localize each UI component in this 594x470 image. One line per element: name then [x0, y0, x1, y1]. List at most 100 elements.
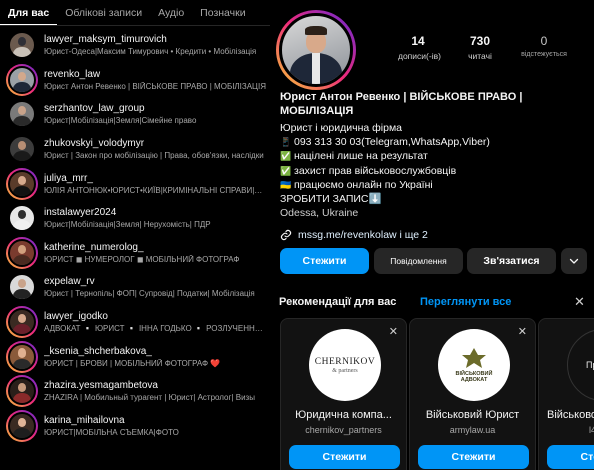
- following-label: відстежується: [521, 51, 567, 58]
- bio-emoji-icon: ✅: [280, 165, 292, 176]
- profile-full-name: Юрист Антон Ревенко | ВІЙСЬКОВЕ ПРАВО | …: [280, 91, 523, 117]
- tab-accounts[interactable]: Облікові записи: [57, 0, 150, 26]
- account-username: katherine_numerolog_: [44, 241, 144, 253]
- account-bio: ЮРИСТ ◼ НУМЕРОЛОГ ◼ МОБІЛЬНИЙ ФОТОГРАФ: [44, 254, 240, 264]
- followers-count: 730: [469, 34, 491, 48]
- stat-posts[interactable]: 14 дописи(-ів): [398, 34, 441, 61]
- suggestion-handle: chernikov_partners: [305, 425, 382, 435]
- account-username: expelaw_rv: [44, 276, 95, 288]
- account-username: karina_mihailovna: [44, 414, 125, 426]
- tab-for-you[interactable]: Для вас: [0, 0, 58, 26]
- account-bio: ЮЛІЯ АНТОНЮК•ЮРИСТ•КИЇВ|КРИМІНАЛЬНІ СПРА…: [44, 185, 266, 195]
- account-avatar: [6, 409, 38, 442]
- account-username: lawyer_igodko: [44, 311, 108, 323]
- bio-line-text: ЗРОБИТИ ЗАПИС⬇️: [280, 193, 382, 206]
- bio-line: 📱 093 313 30 03(Telegram,WhatsApp,Viber): [280, 135, 590, 149]
- account-row[interactable]: zhukovskyi_volodymyr Юрист | Закон про мо…: [0, 132, 270, 167]
- account-avatar: [6, 202, 38, 235]
- bio-line-text: Юрист і юридична фірма: [280, 122, 403, 134]
- see-all-link[interactable]: Переглянути все: [420, 296, 511, 308]
- following-count: 0: [540, 34, 548, 48]
- stat-followers[interactable]: 730 читачі: [460, 34, 500, 61]
- suggestion-card[interactable]: ✕ CHERNIKOV & partners Юридична компа...…: [280, 318, 407, 470]
- account-bio: Юрист-Одеса|Максим Тимурович • Кредити •…: [44, 47, 257, 57]
- tab-audio[interactable]: Аудіо: [150, 0, 192, 26]
- posts-label: дописи(-ів): [398, 51, 441, 61]
- suggestion-follow-button[interactable]: Стежити: [289, 445, 400, 469]
- account-avatar: [6, 375, 38, 408]
- crest-icon: [462, 348, 486, 368]
- bio-line: ЗРОБИТИ ЗАПИС⬇️: [280, 192, 590, 206]
- bio-line-text: націлені лише на результат: [294, 150, 428, 163]
- follow-button[interactable]: Стежити: [280, 248, 369, 274]
- account-row[interactable]: karina_mihailovna ЮРИСТ|МОБІЛЬНА СЪЕМКА|Ф…: [0, 409, 270, 444]
- account-row[interactable]: instalawyer2024 Юрист|Мобілізація|Земля| …: [0, 201, 270, 236]
- bio-lines: Юрист і юридична фірма 📱 093 313 30 03(Tel…: [280, 121, 590, 206]
- account-avatar: [6, 306, 38, 339]
- account-row[interactable]: juliya_mrr_ ЮЛІЯ АНТОНЮК•ЮРИСТ•КИЇВ|КРИМІ…: [0, 166, 270, 201]
- suggestion-handle: armylaw.ua: [449, 425, 496, 435]
- link-icon: [280, 230, 292, 241]
- more-options-button[interactable]: [561, 248, 587, 274]
- chevron-down-icon: [569, 258, 579, 264]
- profile-bio: Юрист Антон Ревенко | ВІЙСЬКОВЕ ПРАВО | …: [280, 90, 590, 241]
- account-bio: Юрист | Закон про мобілізацію | Права, о…: [44, 151, 264, 161]
- account-avatar: [6, 63, 38, 96]
- account-bio: Юрист|Мобілізація|Земля|Сімейне право: [44, 116, 197, 126]
- tabs-divider: [0, 25, 270, 26]
- bio-emoji-icon: 📱: [280, 137, 292, 148]
- account-bio: ZHAZIRA | Мобильный турагент | Юрист| Ас…: [44, 393, 255, 403]
- bio-line: 🇺🇦 працюємо онлайн по Україні: [280, 178, 590, 192]
- suggestion-card[interactable]: Прав до Військово... l4 Стежити: [538, 318, 594, 470]
- close-icon[interactable]: ✕: [574, 294, 585, 310]
- profile-link[interactable]: mssg.me/revenkolaw і ще 2: [280, 229, 590, 241]
- bio-line-text: 093 313 30 03(Telegram,WhatsApp,Viber): [294, 136, 490, 149]
- account-avatar: [6, 29, 38, 62]
- account-bio: Юрист|Мобілізація|Земля| Нерухомість| ПД…: [44, 220, 211, 230]
- stat-following[interactable]: 0 відстежується: [515, 34, 573, 58]
- account-avatar: [6, 98, 38, 131]
- account-avatar: [6, 133, 38, 166]
- suggestion-follow-button[interactable]: Стежити: [418, 445, 529, 469]
- results-tabs: Для вас Облікові записи Аудіо Позначки: [0, 0, 270, 26]
- suggestion-avatar: ВІЙСЬКОВИЙ АДВОКАТ: [438, 329, 510, 401]
- profile-photo: [279, 13, 353, 87]
- account-avatar: [6, 167, 38, 200]
- account-bio: ЮРИСТ|МОБІЛЬНА СЪЕМКА|ФОТО: [44, 427, 179, 437]
- account-list: lawyer_maksym_timurovich Юрист-Одеса|Макс…: [0, 28, 270, 443]
- tab-tags[interactable]: Позначки: [192, 0, 253, 26]
- account-row[interactable]: zhazira.yesmagambetova ZHAZIRA | Мобильны…: [0, 374, 270, 409]
- message-button[interactable]: Повідомлення: [374, 248, 463, 274]
- account-bio: Юрист Антон Ревенко | ВІЙСЬКОВЕ ПРАВО | …: [44, 81, 266, 91]
- account-username: zhukovskyi_volodymyr: [44, 138, 145, 150]
- account-avatar: [6, 340, 38, 373]
- account-row[interactable]: lawyer_maksym_timurovich Юрист-Одеса|Макс…: [0, 28, 270, 63]
- suggestion-name: Військовий Юрист: [425, 409, 520, 421]
- account-username: serzhantov_law_group: [44, 103, 145, 115]
- bio-line: ✅ захист прав військовослужбовців: [280, 164, 590, 178]
- bio-line: ✅ націлені лише на результат: [280, 149, 590, 163]
- account-row[interactable]: revenko_law Юрист Антон Ревенко | ВІЙСЬКО…: [0, 63, 270, 98]
- profile-avatar[interactable]: [276, 10, 356, 90]
- account-row[interactable]: serzhantov_law_group Юрист|Мобілізація|Зе…: [0, 97, 270, 132]
- dismiss-icon[interactable]: ✕: [518, 325, 527, 338]
- account-row[interactable]: katherine_numerolog_ ЮРИСТ ◼ НУМЕРОЛОГ ◼ …: [0, 236, 270, 271]
- logo-text: Прав до: [585, 359, 594, 370]
- dismiss-icon[interactable]: ✕: [389, 325, 398, 338]
- account-row[interactable]: lawyer_igodko АДВОКАТ ▫️ ЮРИСТ ▫️ ІННА ГО…: [0, 305, 270, 340]
- bio-emoji-icon: 🇺🇦: [280, 179, 292, 190]
- account-bio: АДВОКАТ ▫️ ЮРИСТ ▫️ ІННА ГОДЬКО ▫️ РОЗЛУ…: [44, 324, 266, 334]
- account-bio: ЮРИСТ | БРОВИ | МОБІЛЬНИЙ ФОТОГРАФ ❤️: [44, 358, 221, 368]
- contact-button[interactable]: Зв'язатися: [467, 248, 556, 274]
- suggestion-avatar: Прав до: [567, 329, 594, 401]
- suggestion-card[interactable]: ✕ ВІЙСЬКОВИЙ АДВОКАТ Військовий Юрист ar…: [409, 318, 536, 470]
- account-row[interactable]: _ksenia_shcherbakova_ ЮРИСТ | БРОВИ | МОБ…: [0, 339, 270, 374]
- logo-text: CHERNIKOV: [314, 356, 376, 367]
- suggestion-name: Юридична компа...: [295, 409, 392, 421]
- logo-text: ВІЙСЬКОВИЙ АДВОКАТ: [455, 371, 493, 383]
- screen: Для вас Облікові записи Аудіо Позначки l…: [0, 0, 594, 470]
- account-row[interactable]: expelaw_rv Юрист | Тернопіль| ФОП| Супров…: [0, 270, 270, 305]
- profile-location: Odessa, Ukraine: [280, 207, 359, 220]
- message-button-label: Повідомлення: [390, 256, 447, 266]
- suggestion-follow-button[interactable]: Стежити: [547, 445, 594, 469]
